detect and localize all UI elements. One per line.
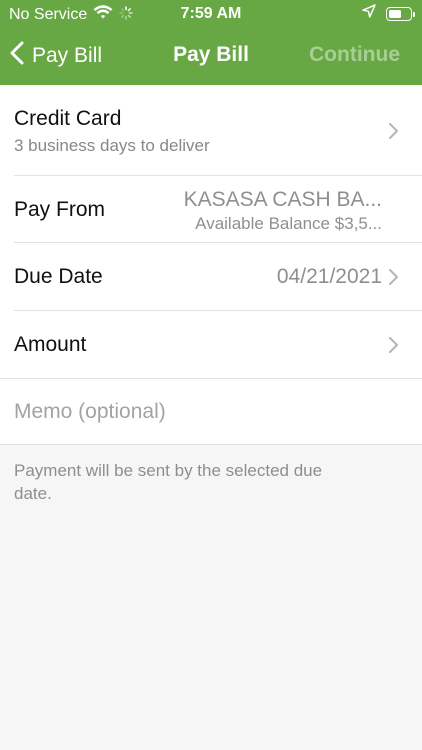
status-time: 7:59 AM — [180, 5, 242, 22]
battery-icon — [386, 6, 415, 21]
navigation-bar: Pay Bill Pay Bill Continue — [0, 28, 422, 85]
pay-bill-screen: No Service 7:59 AM Pay Bill Pay Bill Con… — [0, 0, 422, 750]
header-bar: No Service 7:59 AM Pay Bill Pay Bill Con… — [0, 0, 422, 85]
amount-label: Amount — [14, 333, 87, 356]
row-divider — [0, 444, 422, 445]
due-date-label: Due Date — [14, 265, 103, 288]
location-arrow-icon — [362, 4, 376, 23]
status-right — [362, 4, 415, 23]
payment-footnote: Payment will be sent by the selected due… — [14, 461, 323, 503]
payee-title: Credit Card — [14, 107, 122, 130]
memo-field[interactable]: Memo (optional) — [0, 379, 422, 445]
pay-from-label: Pay From — [14, 198, 106, 221]
battery-fill — [389, 9, 401, 18]
pay-from-balance: Available Balance $3,5... — [195, 214, 382, 233]
pay-from-row[interactable]: Pay From KASASA CASH BA... Available Bal… — [0, 176, 422, 243]
chevron-right-icon — [386, 269, 400, 285]
due-date-row[interactable]: Due Date 04/21/2021 — [0, 243, 422, 311]
amount-row[interactable]: Amount — [0, 311, 422, 379]
continue-button[interactable]: Continue — [309, 43, 400, 67]
payee-row[interactable]: Credit Card 3 business days to deliver — [0, 85, 422, 176]
payee-delivery-time: 3 business days to deliver — [14, 136, 210, 155]
memo-placeholder: Memo (optional) — [14, 400, 166, 423]
pay-from-account: KASASA CASH BA... — [183, 188, 382, 211]
status-bar: No Service 7:59 AM — [0, 0, 422, 28]
pay-bill-form: Credit Card 3 business days to deliver P… — [0, 85, 422, 445]
due-date-value: 04/21/2021 — [276, 265, 382, 288]
chevron-right-icon — [386, 337, 400, 353]
chevron-right-icon — [386, 123, 400, 139]
